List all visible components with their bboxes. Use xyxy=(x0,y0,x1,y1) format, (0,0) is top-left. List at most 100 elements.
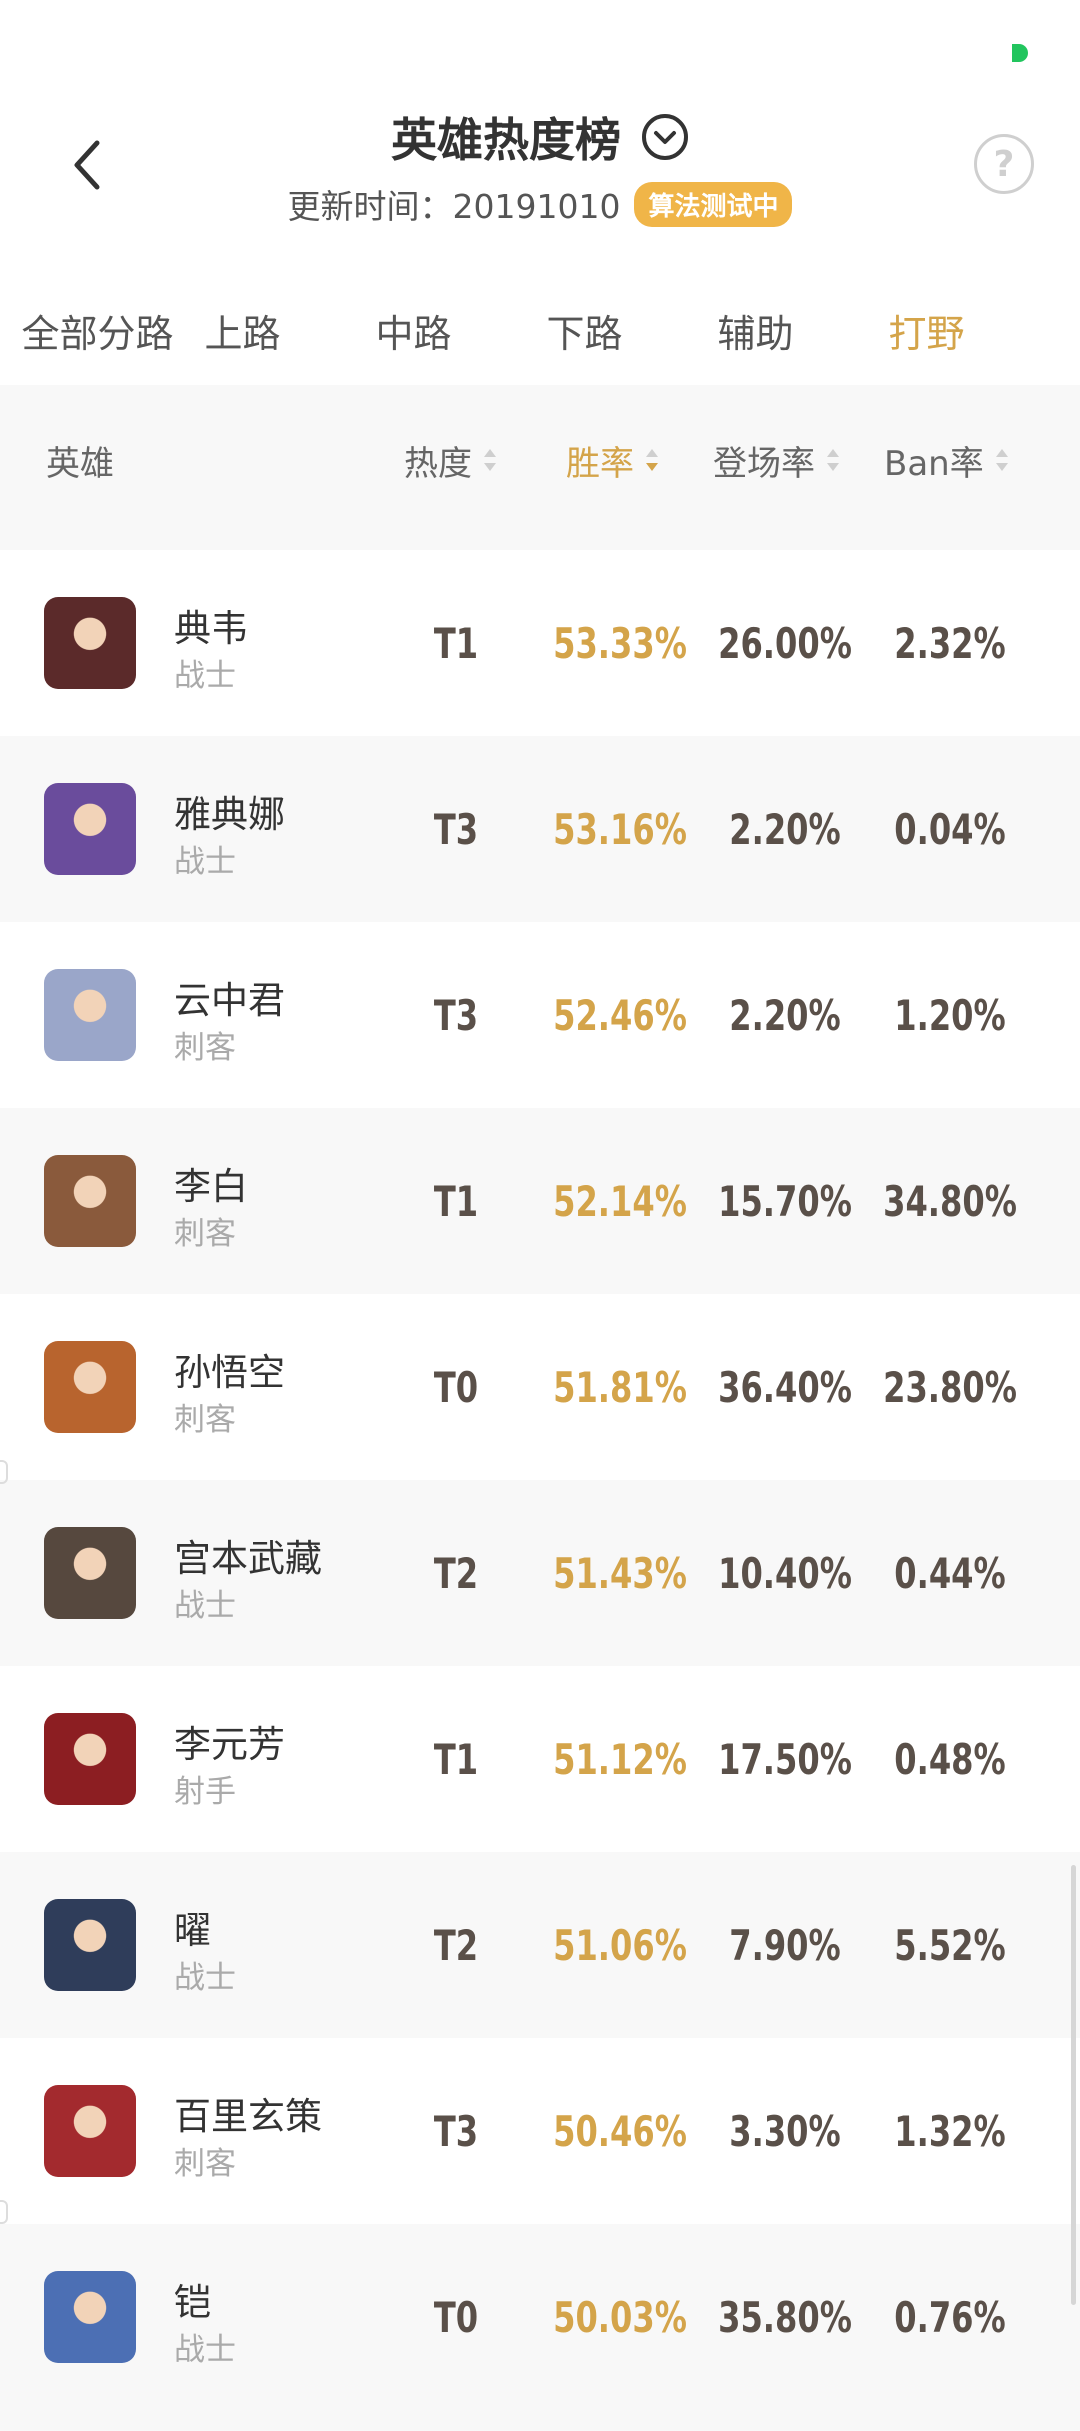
sort-icon xyxy=(995,449,1008,471)
hero-tier: T3 xyxy=(433,990,479,1040)
hero-tier: T1 xyxy=(433,1176,479,1226)
update-time: 更新时间：20191010 xyxy=(287,187,621,226)
hero-name: 李白 xyxy=(174,1165,248,1208)
sort-icon xyxy=(484,449,496,471)
chevron-down-circle-icon[interactable] xyxy=(641,113,689,161)
hero-ban-rate: 1.20% xyxy=(894,990,1006,1040)
tab-support[interactable]: 辅助 xyxy=(698,303,813,358)
hero-ban-rate: 23.80% xyxy=(883,1362,1017,1412)
hero-avatar xyxy=(44,969,136,1061)
hero-win-rate: 51.06% xyxy=(553,1920,687,1970)
hero-role: 刺客 xyxy=(174,1216,236,1252)
hero-name: 李元芳 xyxy=(174,1723,285,1766)
tab-top-lane[interactable]: 上路 xyxy=(185,303,300,358)
hero-name: 铠 xyxy=(174,2281,211,2324)
hero-role: 射手 xyxy=(174,1774,236,1810)
help-button[interactable]: ? xyxy=(974,134,1034,194)
hero-appear-rate: 17.50% xyxy=(718,1734,852,1784)
column-appear-rate-label: 登场率 xyxy=(713,443,815,484)
tab-mid-lane[interactable]: 中路 xyxy=(356,303,471,358)
hero-appear-rate: 36.40% xyxy=(718,1362,852,1412)
hero-avatar xyxy=(44,1155,136,1247)
hero-role: 战士 xyxy=(174,844,236,880)
hero-avatar xyxy=(44,1341,136,1433)
hero-name: 宫本武藏 xyxy=(174,1537,322,1580)
hero-tier: T2 xyxy=(433,1548,479,1598)
hero-appear-rate: 35.80% xyxy=(718,2292,852,2342)
hero-avatar xyxy=(44,1527,136,1619)
table-row[interactable]: 铠战士 T0 50.03% 35.80% 0.76% xyxy=(0,2224,1080,2410)
hero-ban-rate: 0.76% xyxy=(894,2292,1006,2342)
hero-appear-rate: 7.90% xyxy=(729,1920,841,1970)
question-mark-icon: ? xyxy=(993,143,1015,185)
hero-appear-rate: 2.20% xyxy=(729,804,841,854)
hero-avatar xyxy=(44,597,136,689)
hero-name: 典韦 xyxy=(174,607,248,650)
edge-handle[interactable] xyxy=(0,2200,8,2224)
tab-jungle[interactable]: 打野 xyxy=(869,303,984,358)
page-header: 英雄热度榜 更新时间：20191010 算法测试中 ? xyxy=(0,80,1080,260)
hero-win-rate: 51.12% xyxy=(553,1734,687,1784)
column-heat[interactable]: 热度 xyxy=(404,436,498,485)
hero-ban-rate: 0.48% xyxy=(894,1734,1006,1784)
hero-ban-rate: 34.80% xyxy=(883,1176,1017,1226)
hero-ranking-table: 英雄 热度 胜率 登场率 Ban率 典韦 战士 T1 53.33% 26.00%… xyxy=(0,385,1080,2431)
table-row[interactable]: 宫本武藏 战士 T2 51.43% 10.40% 0.44% xyxy=(0,1480,1080,1666)
column-win-rate-label: 胜率 xyxy=(566,443,634,484)
hero-role: 刺客 xyxy=(174,1030,236,1066)
hero-appear-rate: 15.70% xyxy=(718,1176,852,1226)
page-title: 英雄热度榜 xyxy=(391,113,621,167)
table-row[interactable]: 典韦 战士 T1 53.33% 26.00% 2.32% xyxy=(0,550,1080,736)
hero-ban-rate: 0.04% xyxy=(894,804,1006,854)
hero-win-rate: 51.81% xyxy=(553,1362,687,1412)
battery-indicator-icon xyxy=(1012,44,1028,62)
hero-role: 战士 xyxy=(174,2332,236,2368)
status-bar xyxy=(0,0,1080,80)
table-row[interactable]: 云中君 刺客 T3 52.46% 2.20% 1.20% xyxy=(0,922,1080,1108)
hero-ban-rate: 1.32% xyxy=(894,2106,1006,2156)
hero-name: 百里玄策 xyxy=(174,2095,322,2138)
scrollbar[interactable] xyxy=(1071,1865,1076,2305)
column-win-rate[interactable]: 胜率 xyxy=(566,436,660,485)
hero-avatar xyxy=(44,2271,136,2363)
hero-ban-rate: 5.52% xyxy=(894,1920,1006,1970)
column-ban-rate[interactable]: Ban率 xyxy=(884,436,1010,485)
hero-win-rate: 50.46% xyxy=(553,2106,687,2156)
table-row[interactable]: 雅典娜 战士 T3 53.16% 2.20% 0.04% xyxy=(0,736,1080,922)
table-row[interactable]: 百里玄策 刺客 T3 50.46% 3.30% 1.32% xyxy=(0,2038,1080,2224)
table-row[interactable]: 李白刺客 T1 52.14% 15.70% 34.80% xyxy=(0,1108,1080,1294)
hero-win-rate: 51.43% xyxy=(553,1548,687,1598)
hero-avatar xyxy=(44,1899,136,1991)
table-row[interactable]: 孙悟空 刺客 T0 51.81% 36.40% 23.80% xyxy=(0,1294,1080,1480)
hero-appear-rate: 2.20% xyxy=(729,990,841,1040)
edge-handle[interactable] xyxy=(0,1460,8,1484)
sort-icon xyxy=(827,449,839,471)
hero-appear-rate: 10.40% xyxy=(718,1548,852,1598)
hero-name: 雅典娜 xyxy=(174,793,285,836)
hero-ban-rate: 2.32% xyxy=(894,618,1006,668)
hero-tier: T1 xyxy=(433,618,479,668)
tab-all-lanes[interactable]: 全部分路 xyxy=(10,303,185,358)
hero-tier: T3 xyxy=(433,804,479,854)
hero-avatar xyxy=(44,1713,136,1805)
column-hero: 英雄 xyxy=(46,436,114,485)
hero-name: 云中君 xyxy=(174,979,285,1022)
table-row[interactable]: 李元芳 射手 T1 51.12% 17.50% 0.48% xyxy=(0,1666,1080,1852)
column-appear-rate[interactable]: 登场率 xyxy=(713,436,841,485)
hero-win-rate: 52.14% xyxy=(553,1176,687,1226)
algorithm-testing-badge: 算法测试中 xyxy=(634,181,793,227)
hero-tier: T3 xyxy=(433,2106,479,2156)
hero-avatar xyxy=(44,783,136,875)
hero-role: 刺客 xyxy=(174,2146,236,2182)
table-header: 英雄 热度 胜率 登场率 Ban率 xyxy=(0,385,1080,535)
hero-role: 战士 xyxy=(174,1588,236,1624)
hero-avatar xyxy=(44,2085,136,2177)
tab-bottom-lane[interactable]: 下路 xyxy=(527,303,642,358)
table-row[interactable]: 曜战士 T2 51.06% 7.90% 5.52% xyxy=(0,1852,1080,2038)
hero-tier: T0 xyxy=(433,1362,479,1412)
hero-role: 战士 xyxy=(174,658,236,694)
hero-tier: T2 xyxy=(433,1920,479,1970)
hero-win-rate: 53.33% xyxy=(553,618,687,668)
column-ban-rate-label: Ban率 xyxy=(884,443,984,484)
hero-win-rate: 50.03% xyxy=(553,2292,687,2342)
